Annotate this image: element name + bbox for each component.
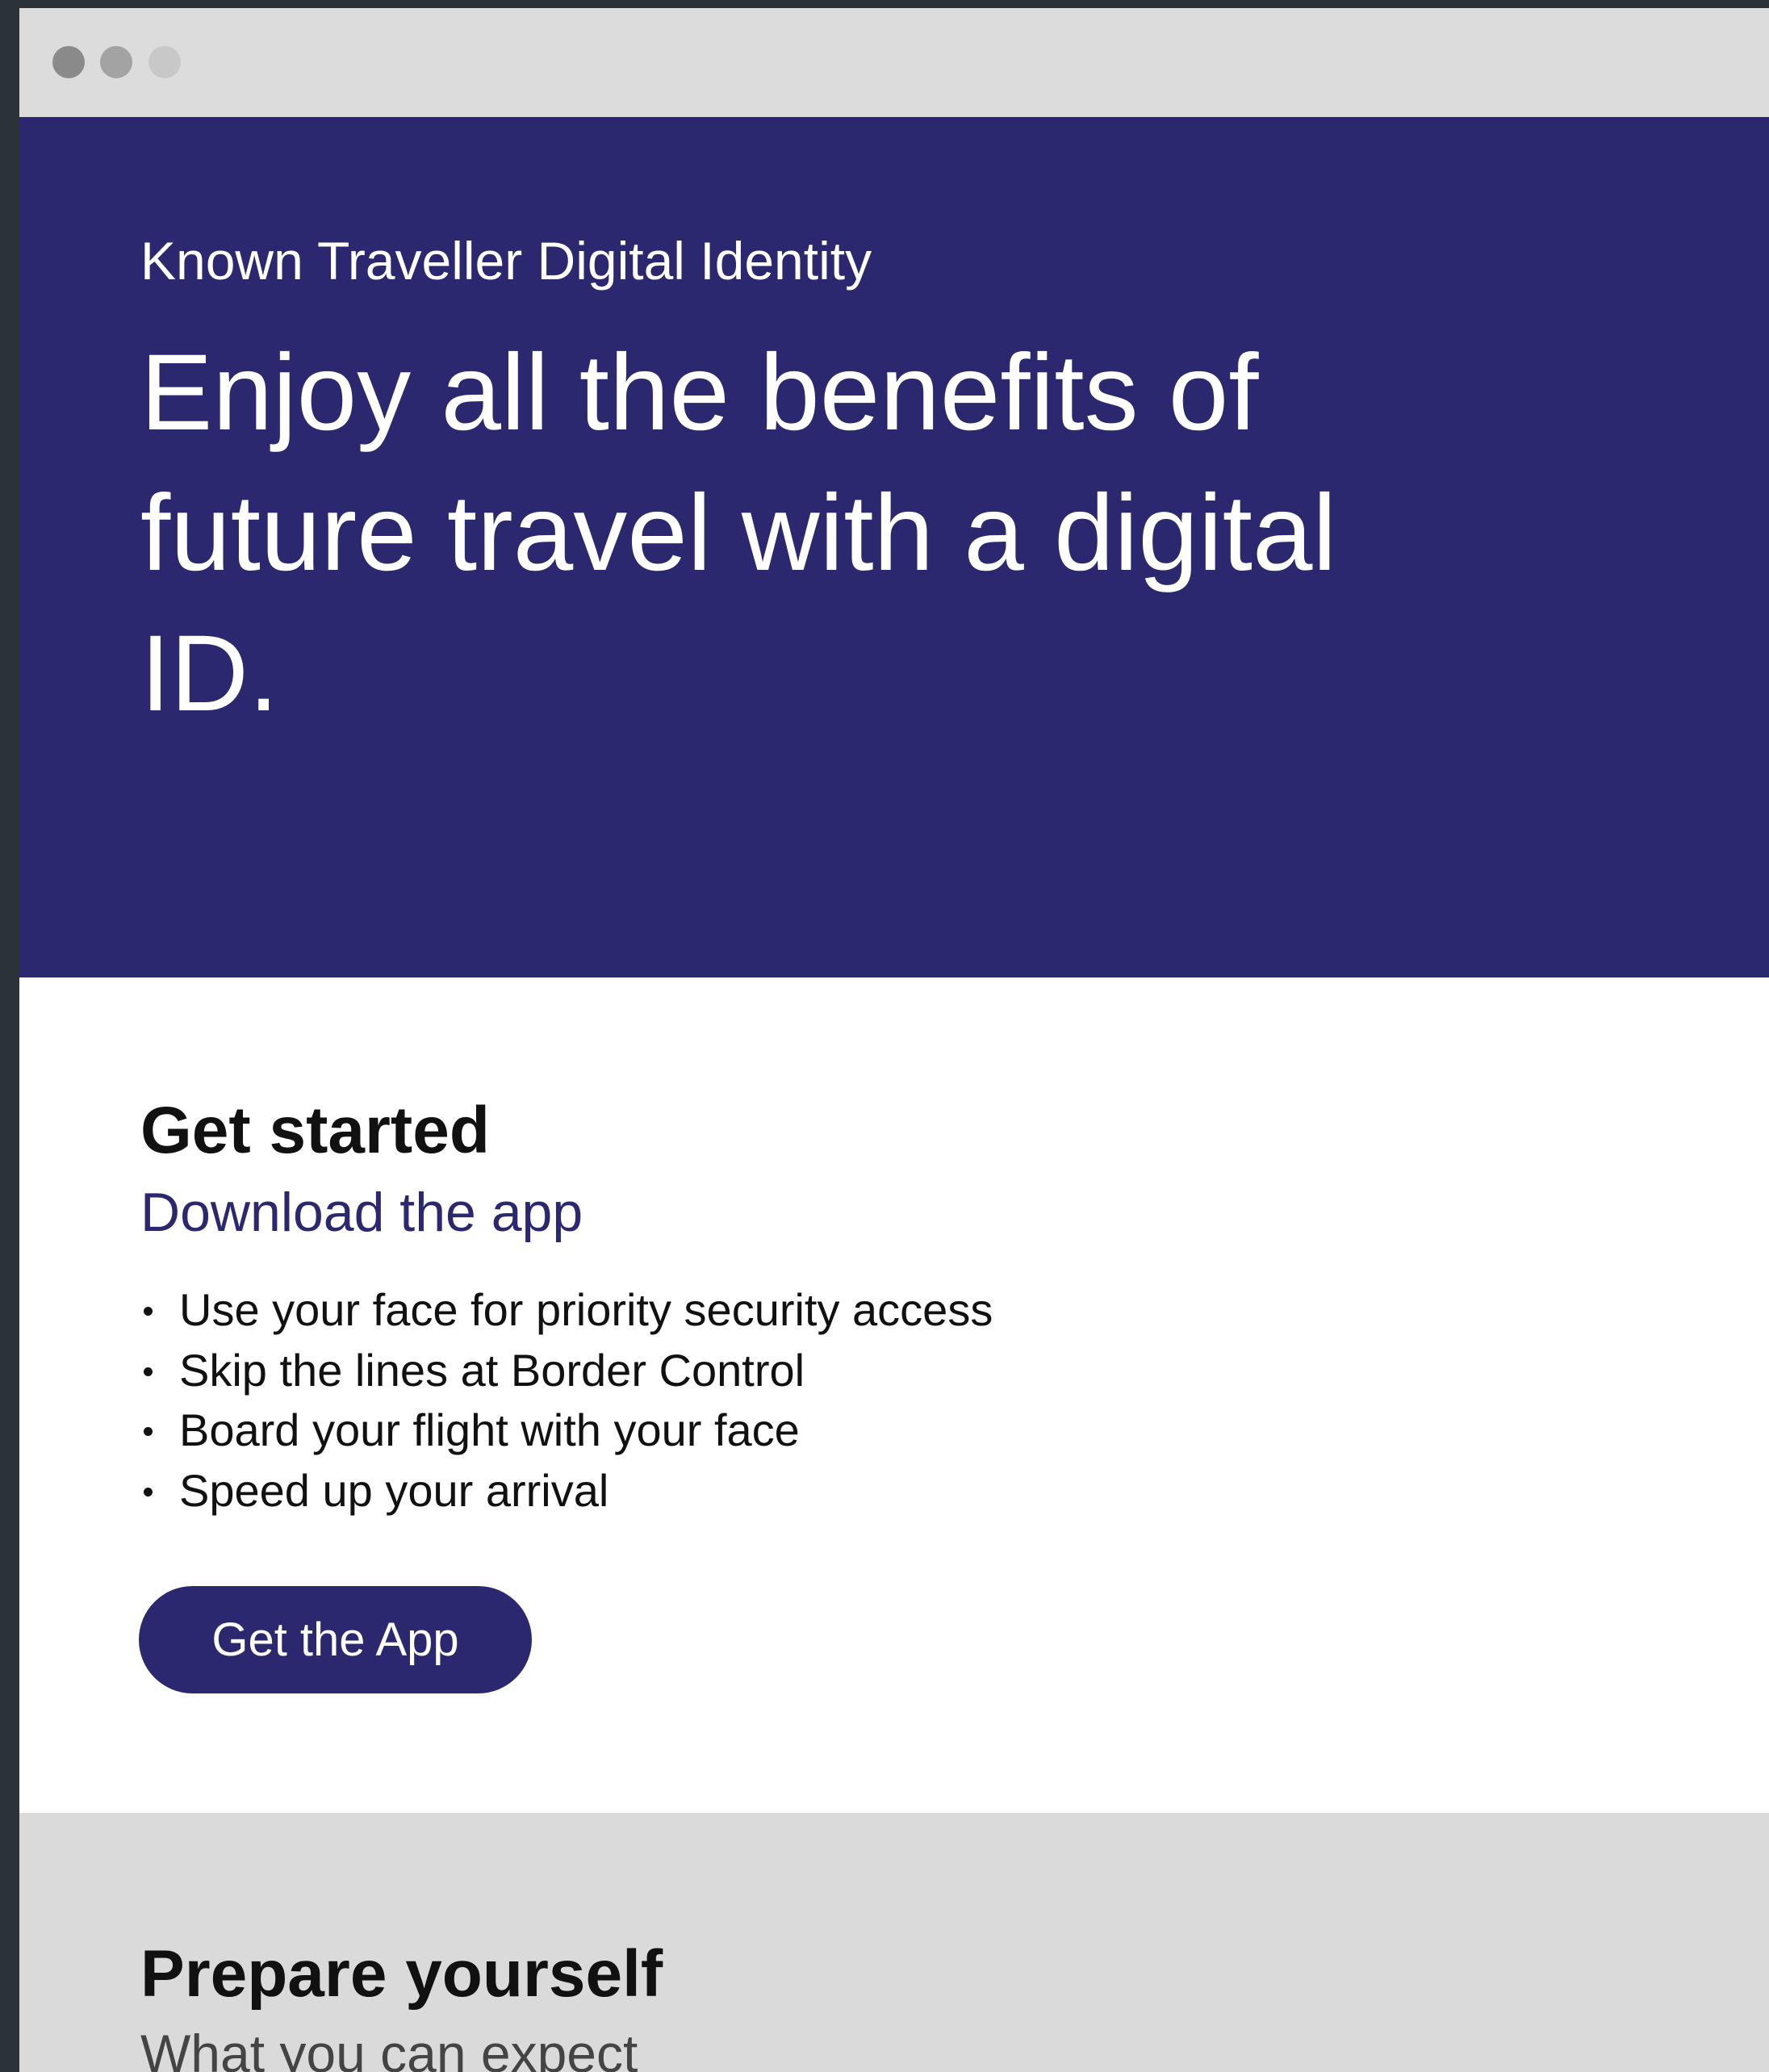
hero-eyebrow: Known Traveller Digital Identity bbox=[140, 231, 872, 291]
benefits-list: Use your face for priority security acce… bbox=[140, 1280, 993, 1521]
download-app-subtitle: Download the app bbox=[140, 1182, 583, 1243]
benefit-item: Speed up your arrival bbox=[140, 1461, 993, 1522]
benefit-item: Skip the lines at Border Control bbox=[140, 1341, 993, 1401]
benefit-item: Board your flight with your face bbox=[140, 1400, 993, 1461]
get-started-section: Get started Download the app Use your fa… bbox=[19, 977, 1769, 1813]
window-titlebar bbox=[19, 8, 1769, 117]
browser-window: Known Traveller Digital Identity Enjoy a… bbox=[19, 8, 1769, 2072]
get-the-app-button[interactable]: Get the App bbox=[139, 1586, 532, 1693]
window-maximize-dot[interactable] bbox=[148, 46, 181, 78]
window-close-dot[interactable] bbox=[52, 46, 85, 78]
hero-banner: Known Traveller Digital Identity Enjoy a… bbox=[19, 117, 1769, 977]
hero-headline: Enjoy all the benefits of future travel … bbox=[140, 333, 1337, 734]
window-minimize-dot[interactable] bbox=[100, 46, 132, 78]
prepare-yourself-section: Prepare yourself What you can expect bbox=[19, 1813, 1769, 2072]
benefit-item: Use your face for priority security acce… bbox=[140, 1280, 993, 1341]
get-started-title: Get started bbox=[140, 1094, 490, 1167]
what-to-expect-subtitle: What you can expect bbox=[140, 2024, 638, 2072]
prepare-yourself-title: Prepare yourself bbox=[140, 1937, 663, 2011]
